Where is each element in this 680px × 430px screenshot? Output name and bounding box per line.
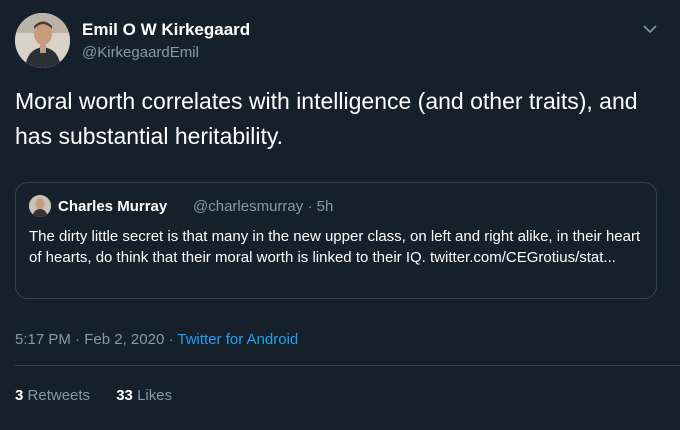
chevron-down-icon[interactable] bbox=[641, 22, 659, 36]
tweet-meta: 5:17 PM · Feb 2, 2020 · Twitter for Andr… bbox=[15, 331, 298, 348]
quoted-author-avatar bbox=[29, 195, 51, 217]
likes-label: Likes bbox=[137, 387, 173, 404]
quoted-link: twitter.com/CEGrotius/stat... bbox=[430, 249, 616, 266]
tweet-source-link[interactable]: Twitter for Android bbox=[177, 331, 298, 348]
quoted-author-name: Charles Murray bbox=[58, 198, 168, 215]
meta-separator: · bbox=[75, 331, 81, 348]
retweets-count: 3 bbox=[15, 387, 24, 404]
tweet-text: Moral worth correlates with intelligence… bbox=[15, 88, 638, 149]
divider bbox=[15, 365, 680, 366]
likes-count: 33 bbox=[116, 387, 133, 404]
quoted-separator: · bbox=[307, 198, 313, 215]
quoted-text: The dirty little secret is that many in … bbox=[29, 226, 649, 268]
quoted-tweet[interactable]: Charles Murray @charlesmurray · 5h The d… bbox=[15, 182, 657, 299]
author-handle[interactable]: @KirkegaardEmil bbox=[82, 44, 199, 61]
tweet-time[interactable]: 5:17 PM bbox=[15, 331, 71, 348]
quoted-author-handle: @charlesmurray bbox=[193, 198, 304, 215]
quoted-time: 5h bbox=[316, 198, 334, 215]
quoted-author-meta: @charlesmurray · 5h bbox=[193, 198, 333, 215]
author-name[interactable]: Emil O W Kirkegaard bbox=[82, 20, 250, 40]
likes-stat[interactable]: 33 Likes bbox=[116, 387, 172, 404]
meta-separator: · bbox=[168, 331, 174, 348]
retweets-stat[interactable]: 3 Retweets bbox=[15, 387, 94, 404]
tweet-stats: 3 Retweets 33 Likes bbox=[15, 387, 194, 404]
tweet-date[interactable]: Feb 2, 2020 bbox=[84, 331, 164, 348]
retweets-label: Retweets bbox=[27, 387, 91, 404]
author-avatar[interactable] bbox=[15, 13, 70, 68]
